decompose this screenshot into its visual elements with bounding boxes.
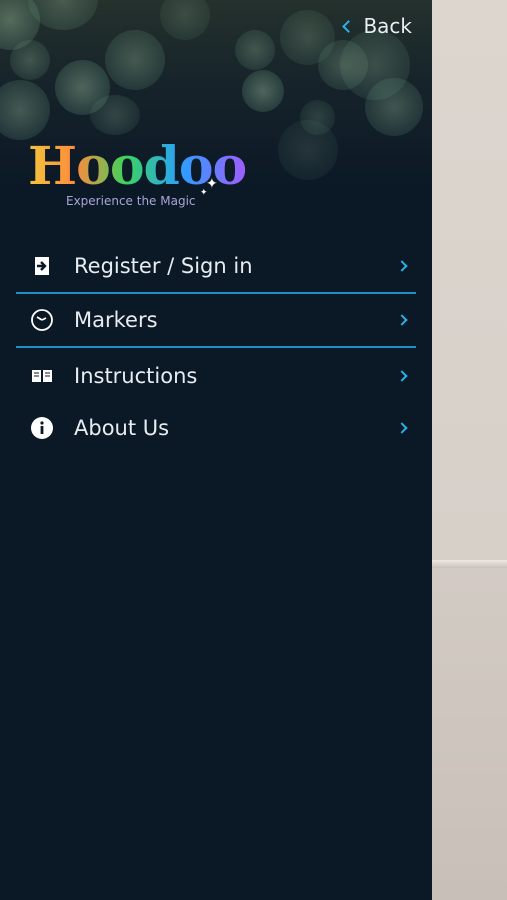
menu-item-label: Instructions <box>74 364 198 388</box>
menu-item-label: Markers <box>74 308 158 332</box>
chevron-right-icon <box>396 370 408 382</box>
menu-divider <box>16 346 416 348</box>
book-icon <box>30 364 54 388</box>
app-logo: Hoodoo Experience the Magic ✦ ✦ <box>28 138 247 218</box>
side-drawer: Back Hoodoo Experience the Magic ✦ ✦ Reg… <box>0 0 432 900</box>
chevron-left-icon <box>342 20 356 33</box>
info-icon <box>30 416 54 440</box>
logo-tagline: Experience the Magic <box>66 194 196 208</box>
app-screen: Back Hoodoo Experience the Magic ✦ ✦ Reg… <box>0 0 507 900</box>
menu-item-label: Register / Sign in <box>74 254 253 278</box>
chevron-right-icon <box>396 422 408 434</box>
drawer-menu: Register / Sign in Markers Instructions … <box>16 240 416 454</box>
sign-in-icon <box>30 254 54 278</box>
background-shelf-edge <box>432 560 507 568</box>
menu-item-markers[interactable]: Markers <box>16 294 416 346</box>
clock-icon <box>30 308 54 332</box>
chevron-right-icon <box>396 260 408 272</box>
chevron-right-icon <box>396 314 408 326</box>
menu-item-instructions[interactable]: Instructions <box>16 350 416 402</box>
sparkle-icon: ✦ <box>200 188 208 198</box>
back-label: Back <box>363 14 412 38</box>
back-button[interactable]: Back <box>342 14 412 38</box>
background-lower-wall <box>432 568 507 900</box>
menu-item-about[interactable]: About Us <box>16 402 416 454</box>
menu-item-register[interactable]: Register / Sign in <box>16 240 416 292</box>
menu-item-label: About Us <box>74 416 170 440</box>
background-camera-view[interactable] <box>432 0 507 900</box>
